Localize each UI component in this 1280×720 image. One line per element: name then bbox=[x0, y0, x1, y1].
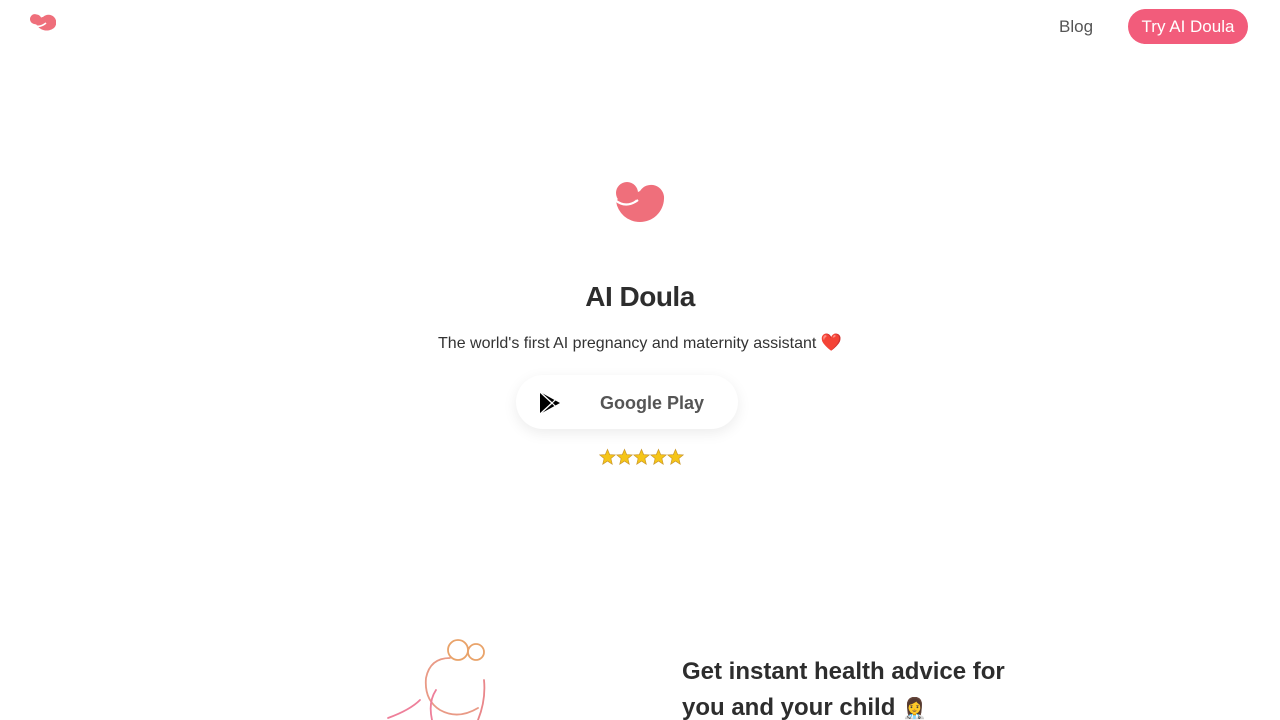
star-icon bbox=[667, 448, 684, 465]
google-play-icon bbox=[539, 391, 561, 415]
page: Blog Try AI Doula AI Doula The world's f… bbox=[0, 0, 1280, 720]
try-ai-doula-button[interactable]: Try AI Doula bbox=[1128, 9, 1248, 44]
google-play-button[interactable]: Google Play bbox=[516, 375, 738, 429]
heart-emoji: ❤️ bbox=[820, 333, 842, 352]
page-title: AI Doula bbox=[585, 281, 695, 312]
brand-logo-icon[interactable] bbox=[30, 14, 57, 38]
brand-logo-icon bbox=[614, 181, 666, 223]
hero-subtitle: The world's first AI pregnancy and mater… bbox=[0, 333, 1280, 354]
health-worker-emoji: 👩‍⚕️ bbox=[902, 698, 927, 720]
blog-link[interactable]: Blog bbox=[1059, 17, 1093, 37]
star-icon bbox=[599, 448, 616, 465]
google-play-label: Google Play bbox=[600, 393, 705, 413]
star-rating bbox=[599, 447, 685, 469]
star-icon bbox=[616, 448, 633, 465]
star-icon bbox=[650, 448, 667, 465]
line-art-illustration bbox=[380, 630, 500, 720]
hero-subtitle-text: The world's first AI pregnancy and mater… bbox=[438, 335, 817, 352]
star-icon bbox=[633, 448, 650, 465]
feature-title: Get instant health advice for you and yo… bbox=[682, 654, 1022, 720]
feature-title-text: Get instant health advice for you and yo… bbox=[682, 658, 1005, 720]
